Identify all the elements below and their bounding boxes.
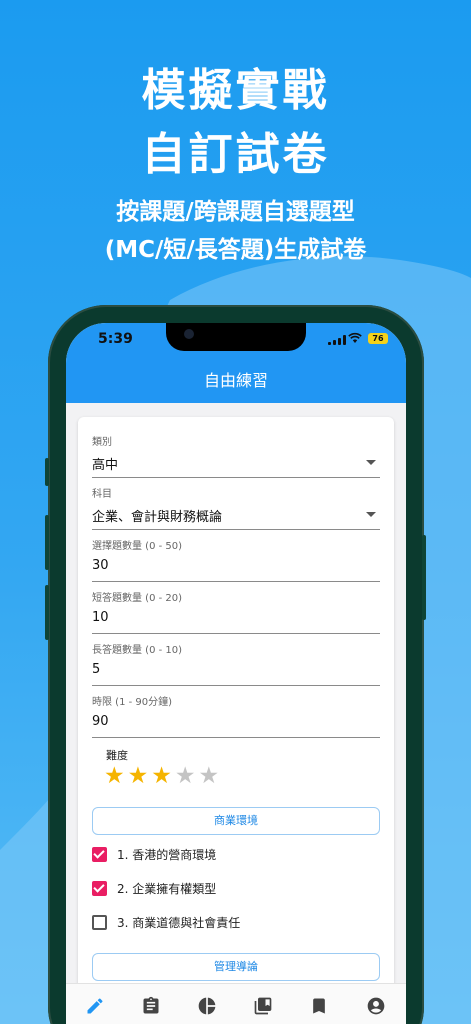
content-area: 類別 高中 科目 企業、會計與財務概論 選擇題數量 (0 - 50) 30 短答… xyxy=(66,403,406,997)
pencil-icon[interactable] xyxy=(85,996,105,1016)
long-count-value: 5 xyxy=(92,662,380,686)
star-icon[interactable]: ★ xyxy=(199,765,220,788)
clipboard-icon[interactable] xyxy=(141,996,161,1016)
library-icon[interactable] xyxy=(253,996,273,1016)
phone-side-button xyxy=(422,535,426,620)
pie-chart-icon[interactable] xyxy=(197,996,217,1016)
dropdown-arrow-icon xyxy=(366,512,376,517)
star-icon[interactable]: ★ xyxy=(104,765,125,788)
app-bar: 自由練習 xyxy=(66,367,406,403)
star-icon[interactable]: ★ xyxy=(128,765,149,788)
topic-checkbox-label: 1. 香港的營商環境 xyxy=(117,847,217,862)
topic-checkbox-label: 3. 商業道德與社會責任 xyxy=(117,915,241,930)
short-count-label: 短答題數量 (0 - 20) xyxy=(92,593,183,604)
phone-screen: 5:39 76 自由練習 類別 高中 科目 企業、會計與財務概論 選擇題數量 (… xyxy=(66,323,406,1024)
topic-checkbox-row[interactable]: 1. 香港的營商環境 xyxy=(92,843,380,865)
time-limit-label: 時限 (1 - 90分鐘) xyxy=(92,697,173,708)
dropdown-arrow-icon xyxy=(366,460,376,465)
checkbox[interactable] xyxy=(92,880,107,896)
topic-checkbox-row[interactable]: 3. 商業道德與社會責任 xyxy=(92,911,380,933)
mc-count-label: 選擇題數量 (0 - 50) xyxy=(92,541,183,552)
category-select[interactable]: 類別 高中 xyxy=(92,433,380,478)
promo-subtitle-line2: (MC/短/長答題)生成試卷 xyxy=(104,237,367,263)
long-count-label: 長答題數量 (0 - 10) xyxy=(92,645,183,656)
topic-group-button[interactable]: 管理導論 xyxy=(92,953,380,981)
camera-icon xyxy=(184,329,194,339)
battery-indicator: 76 xyxy=(368,333,388,344)
time-limit-value: 90 xyxy=(92,714,380,738)
category-label: 類別 xyxy=(92,437,112,448)
promo-headline-line2: 自訂試卷 xyxy=(141,129,330,180)
subject-select[interactable]: 科目 企業、會計與財務概論 xyxy=(92,485,380,530)
difficulty-label: 難度 xyxy=(106,749,128,762)
long-count-field[interactable]: 長答題數量 (0 - 10) 5 xyxy=(92,641,380,686)
topic-checkbox-label: 2. 企業擁有權類型 xyxy=(117,881,217,896)
short-count-value: 10 xyxy=(92,610,380,634)
checkbox[interactable] xyxy=(92,846,107,862)
wifi-icon xyxy=(348,332,362,343)
practice-form-card: 類別 高中 科目 企業、會計與財務概論 選擇題數量 (0 - 50) 30 短答… xyxy=(78,417,394,997)
phone-side-button xyxy=(45,515,49,570)
phone-side-button xyxy=(45,585,49,640)
bottom-navigation xyxy=(66,983,406,1024)
star-icon[interactable]: ★ xyxy=(151,765,172,788)
category-value: 高中 xyxy=(92,458,119,473)
promo-headline-line1: 模擬實戰 xyxy=(141,65,330,116)
account-icon[interactable] xyxy=(366,996,386,1016)
page-title: 自由練習 xyxy=(203,371,268,390)
phone-side-button xyxy=(45,458,49,486)
subject-label: 科目 xyxy=(92,489,112,500)
time-limit-field[interactable]: 時限 (1 - 90分鐘) 90 xyxy=(92,693,380,738)
mc-count-field[interactable]: 選擇題數量 (0 - 50) 30 xyxy=(92,537,380,582)
subject-value: 企業、會計與財務概論 xyxy=(92,510,223,525)
difficulty-rating[interactable]: ★ ★ ★ ★ ★ xyxy=(104,765,219,788)
star-icon[interactable]: ★ xyxy=(175,765,196,788)
checkbox[interactable] xyxy=(92,914,107,930)
promo-subtitle-line1: 按課題/跨課題自選題型 xyxy=(116,199,355,225)
signal-icon xyxy=(328,335,346,345)
topic-checkbox-row[interactable]: 2. 企業擁有權類型 xyxy=(92,877,380,899)
topic-group-button[interactable]: 商業環境 xyxy=(92,807,380,835)
bookmark-icon[interactable] xyxy=(309,996,329,1016)
short-count-field[interactable]: 短答題數量 (0 - 20) 10 xyxy=(92,589,380,634)
mc-count-value: 30 xyxy=(92,558,380,582)
status-time: 5:39 xyxy=(98,331,133,347)
